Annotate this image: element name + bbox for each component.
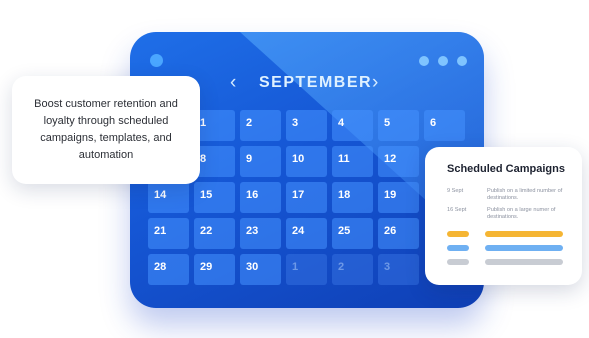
entry-date: 9 Sept [447,188,464,194]
calendar-day-cell[interactable]: 19 [378,182,419,213]
calendar-day-cell[interactable]: 12 [378,146,419,177]
calendar-day-cell[interactable]: 18 [332,182,373,213]
calendar-day-cell[interactable]: 9 [240,146,281,177]
calendar-day-cell[interactable]: 16 [240,182,281,213]
window-dot-icon [150,54,163,67]
window-dot-icon [457,56,467,66]
calendar-day-cell[interactable]: 25 [332,218,373,249]
calendar-day-cell[interactable]: 26 [378,218,419,249]
promo-illustration: ‹ SEPTEMBER › 1 2 3 4 5 6 8 9 10 11 12 14 15 16 17 18 19… [0,0,589,338]
calendar-day-cell[interactable]: 8 [194,146,235,177]
calendar-day-cell[interactable]: 6 [424,110,465,141]
window-dot-icon [419,56,429,66]
calendar-day-cell[interactable]: 23 [240,218,281,249]
calendar-day-cell[interactable]: 17 [286,182,327,213]
chevron-left-icon[interactable]: ‹ [230,72,236,94]
calendar-day-cell[interactable]: 30 [240,254,281,285]
calendar-day-cell[interactable]: 15 [194,182,235,213]
calendar-day-cell[interactable]: 28 [148,254,189,285]
calendar-day-cell[interactable]: 2 [240,110,281,141]
entry-description: Publish on a limited number of destinati… [487,188,563,201]
calendar-day-cell[interactable]: 3 [286,110,327,141]
scheduled-campaigns-card: Scheduled Campaigns 9 Sept Publish on a … [425,147,582,285]
calendar-day-cell[interactable]: 22 [194,218,235,249]
feature-callout-card: Boost customer retention and loyalty thr… [12,76,200,184]
calendar-day-cell[interactable]: 10 [286,146,327,177]
window-controls [419,56,467,66]
calendar-day-cell[interactable]: 1 [286,254,327,285]
campaign-tag [447,245,469,251]
entry-date: 16 Sept [447,207,467,213]
campaign-tag [447,259,469,265]
calendar-day-cell[interactable]: 1 [194,110,235,141]
campaign-bar [485,259,563,265]
entry-description: Publish on a large numer of destinations… [487,207,556,220]
campaign-bar [485,231,563,237]
calendar-day-cell[interactable]: 2 [332,254,373,285]
calendar-day-cell[interactable]: 29 [194,254,235,285]
calendar-day-cell[interactable]: 21 [148,218,189,249]
card-title: Scheduled Campaigns [447,163,565,175]
month-navigation: ‹ SEPTEMBER › [222,72,392,94]
campaign-bar [485,245,563,251]
calendar-day-cell[interactable]: 11 [332,146,373,177]
chevron-right-icon[interactable]: › [372,72,378,94]
calendar-day-cell[interactable]: 14 [148,182,189,213]
calendar-day-cell[interactable]: 3 [378,254,419,285]
window-dot-icon [438,56,448,66]
calendar-day-cell[interactable]: 24 [286,218,327,249]
callout-text: Boost customer retention and loyalty thr… [34,98,178,161]
month-title: SEPTEMBER [259,74,373,91]
campaign-tag [447,231,469,237]
calendar-day-cell[interactable]: 4 [332,110,373,141]
calendar-day-cell[interactable]: 5 [378,110,419,141]
